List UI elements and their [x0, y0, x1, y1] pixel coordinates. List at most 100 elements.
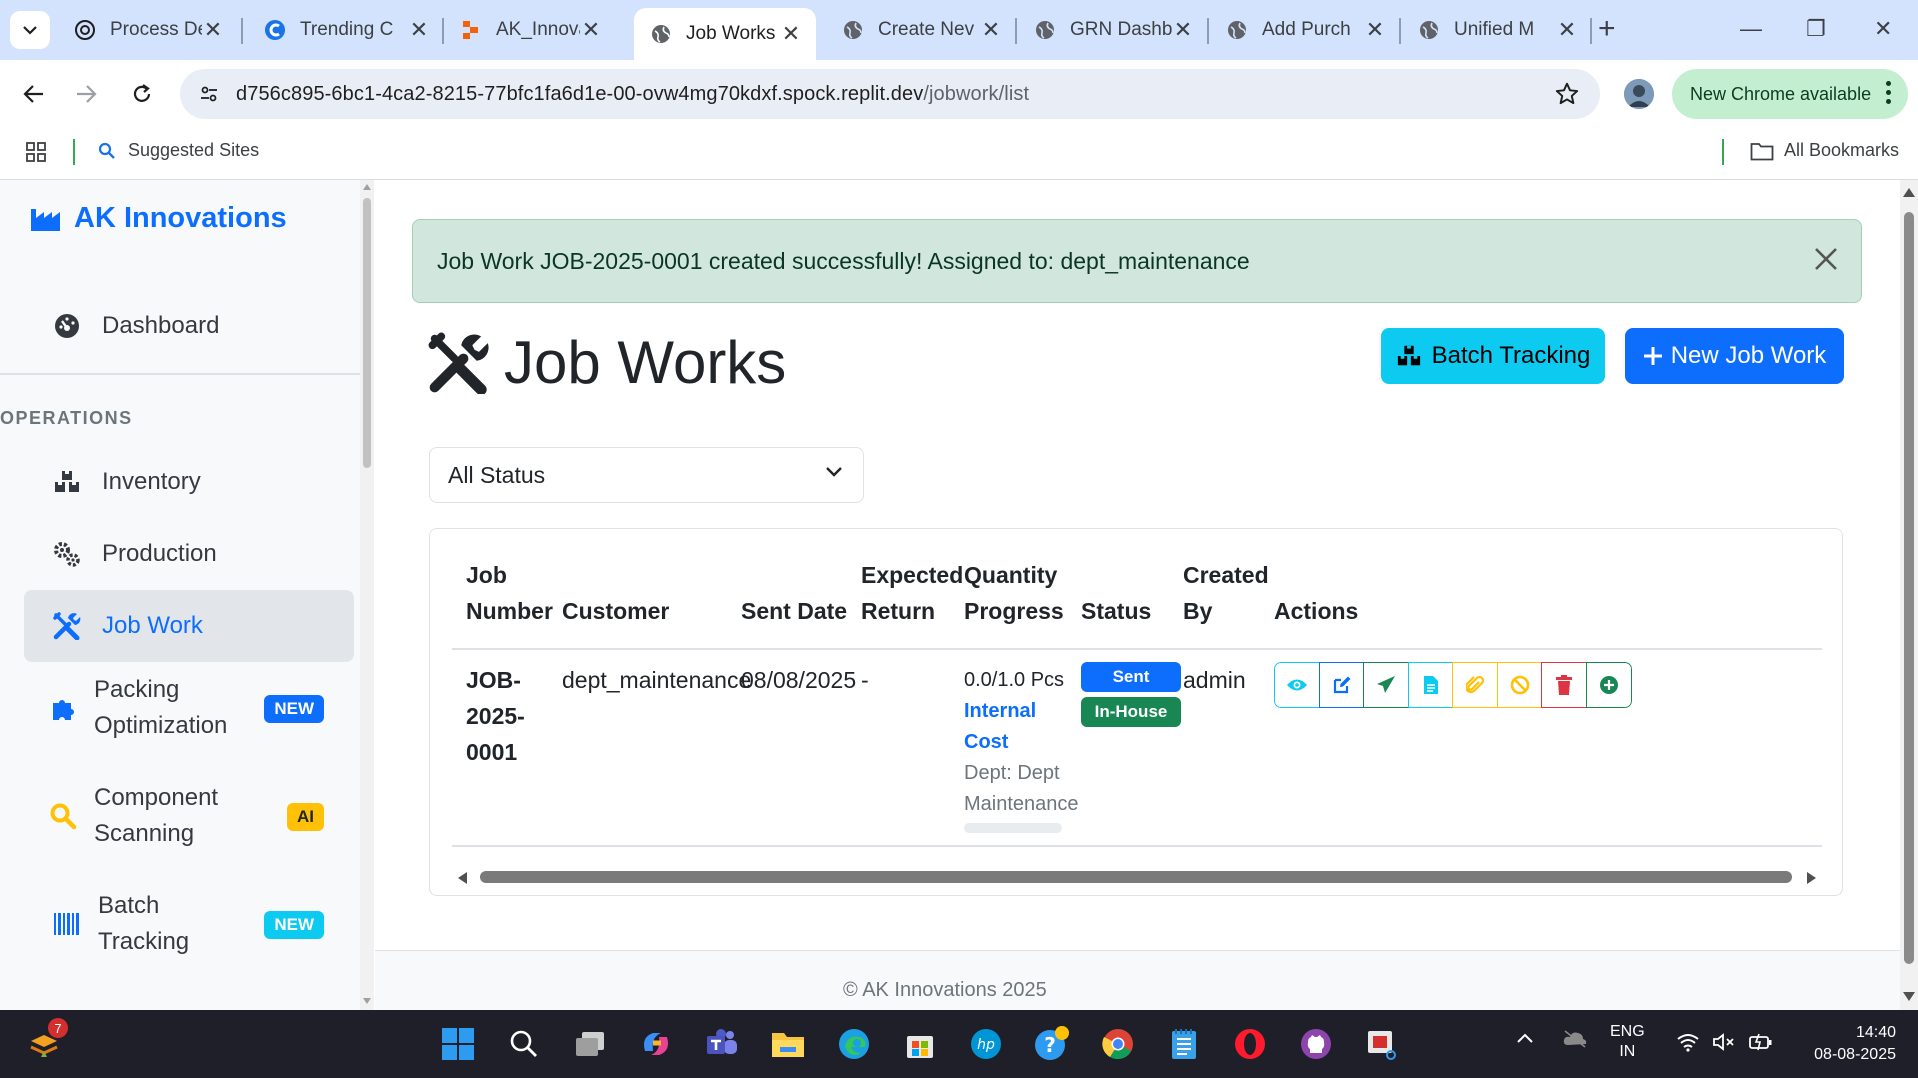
- tab-search-button[interactable]: [10, 11, 50, 49]
- status-filter-select[interactable]: All Status: [429, 447, 864, 503]
- opera-icon[interactable]: [1230, 1024, 1270, 1064]
- copilot-icon[interactable]: [636, 1024, 676, 1064]
- battery-icon[interactable]: [1748, 1032, 1774, 1052]
- close-icon[interactable]: ✕: [1172, 17, 1194, 42]
- new-tab-button[interactable]: +: [1598, 14, 1616, 44]
- header-created-by[interactable]: Created By: [1183, 557, 1269, 629]
- tab-unified[interactable]: Unified M ✕: [1402, 8, 1592, 52]
- close-icon[interactable]: ✕: [980, 17, 1002, 42]
- tab-process-de[interactable]: Process De ✕: [58, 8, 238, 52]
- edit-button[interactable]: [1318, 662, 1365, 708]
- header-sent-date[interactable]: Sent Date: [741, 593, 847, 629]
- close-icon[interactable]: ✕: [408, 17, 430, 42]
- tab-grn-dashboard[interactable]: GRN Dashb ✕: [1018, 8, 1208, 52]
- document-button[interactable]: [1407, 662, 1454, 708]
- apps-grid-icon[interactable]: [26, 142, 46, 162]
- main-scroll-thumb[interactable]: [1904, 212, 1914, 964]
- header-expected-return[interactable]: Expected Return: [861, 557, 963, 629]
- url-text[interactable]: d756c895-6bc1-4ca2-8215-77bfc1fa6d1e-00-…: [236, 83, 1029, 106]
- sidebar-item-packing-optimization[interactable]: Packing Optimization NEW: [24, 660, 354, 756]
- close-alert-icon[interactable]: [1813, 246, 1839, 272]
- page-title-text: Job Works: [504, 329, 787, 396]
- tab-create-new[interactable]: Create Nev ✕: [826, 8, 1016, 52]
- cell-job-number[interactable]: JOB- 2025- 0001: [466, 662, 525, 770]
- sidebar-item-production[interactable]: Production: [24, 518, 354, 590]
- send-button[interactable]: [1363, 662, 1409, 708]
- tab-job-works[interactable]: Job Works ✕: [634, 8, 816, 60]
- minimize-button[interactable]: —: [1740, 16, 1762, 42]
- task-view-button[interactable]: [570, 1024, 610, 1064]
- edge-icon[interactable]: [834, 1024, 874, 1064]
- bookmark-suggested-sites[interactable]: Suggested Sites: [98, 140, 259, 161]
- all-bookmarks-button[interactable]: All Bookmarks: [1750, 140, 1899, 161]
- scroll-down-arrow[interactable]: [363, 998, 371, 1004]
- tab-trending[interactable]: Trending C ✕: [248, 8, 444, 52]
- cancel-button[interactable]: [1496, 662, 1543, 708]
- widgets-icon[interactable]: 7: [24, 1018, 68, 1064]
- close-icon[interactable]: ✕: [202, 17, 224, 42]
- site-info-icon[interactable]: [194, 79, 224, 109]
- scroll-left-arrow[interactable]: [458, 872, 467, 884]
- new-job-work-button[interactable]: New Job Work: [1625, 328, 1844, 384]
- language-indicator[interactable]: ENG IN: [1610, 1022, 1645, 1062]
- trending-icon: [265, 20, 285, 40]
- horizontal-scroll-thumb[interactable]: [480, 871, 1792, 883]
- sidebar-item-inventory[interactable]: Inventory: [24, 446, 354, 518]
- scroll-right-arrow[interactable]: [1807, 872, 1816, 884]
- hp-icon[interactable]: hp: [966, 1024, 1006, 1064]
- delete-button[interactable]: [1541, 662, 1587, 708]
- help-icon[interactable]: ?: [1032, 1024, 1072, 1064]
- teams-icon[interactable]: [702, 1024, 742, 1064]
- attach-button[interactable]: [1452, 662, 1498, 708]
- tab-add-purchase[interactable]: Add Purch ✕: [1210, 8, 1400, 52]
- tab-ak-innova[interactable]: AK_Innova ✕: [444, 8, 616, 52]
- scroll-up-arrow[interactable]: [1903, 188, 1915, 197]
- show-hidden-icons-chevron[interactable]: [1516, 1032, 1534, 1044]
- window-close-button[interactable]: ✕: [1874, 16, 1892, 42]
- start-button[interactable]: [438, 1024, 478, 1064]
- profile-avatar[interactable]: [1624, 79, 1654, 109]
- header-status[interactable]: Status: [1081, 593, 1151, 629]
- sidebar-item-job-work[interactable]: Job Work: [24, 590, 354, 662]
- address-bar[interactable]: d756c895-6bc1-4ca2-8215-77bfc1fa6d1e-00-…: [180, 69, 1600, 119]
- close-icon[interactable]: ✕: [1556, 17, 1578, 42]
- table-horizontal-scrollbar[interactable]: [452, 869, 1822, 885]
- back-button[interactable]: [20, 80, 48, 108]
- url-path: /jobwork/list: [923, 82, 1030, 105]
- sidebar-item-dashboard[interactable]: Dashboard: [24, 290, 354, 362]
- snipping-tool-icon[interactable]: [1362, 1024, 1402, 1064]
- scroll-down-arrow[interactable]: [1903, 992, 1915, 1001]
- volume-muted-icon[interactable]: [1712, 1032, 1736, 1052]
- close-icon[interactable]: ✕: [580, 17, 602, 42]
- new-chrome-available-button[interactable]: New Chrome available: [1672, 69, 1908, 119]
- trash-icon: [1556, 675, 1572, 695]
- view-button[interactable]: [1274, 662, 1320, 708]
- wifi-icon[interactable]: [1676, 1032, 1700, 1052]
- bookmark-star-icon[interactable]: [1554, 81, 1580, 107]
- add-button[interactable]: [1585, 662, 1632, 708]
- brand-logo[interactable]: AK Innovations: [30, 202, 287, 235]
- forward-button[interactable]: [72, 80, 100, 108]
- clock[interactable]: 14:40 08-08-2025: [1796, 1022, 1896, 1066]
- header-customer[interactable]: Customer: [562, 593, 669, 629]
- close-icon[interactable]: ✕: [1364, 17, 1386, 42]
- reload-button[interactable]: [128, 80, 156, 108]
- microsoft-store-icon[interactable]: [900, 1024, 940, 1064]
- taskbar-search-button[interactable]: [504, 1024, 544, 1064]
- sidebar-item-component-scanning[interactable]: Component Scanning AI: [24, 768, 354, 864]
- sidebar-item-batch-tracking[interactable]: Batch Tracking NEW: [24, 876, 354, 972]
- batch-tracking-button[interactable]: Batch Tracking: [1381, 328, 1605, 384]
- header-quantity-progress[interactable]: Quantity Progress: [964, 557, 1064, 629]
- scroll-up-arrow[interactable]: [363, 184, 371, 190]
- restore-button[interactable]: ❐: [1806, 16, 1826, 42]
- onedrive-icon[interactable]: [1562, 1028, 1588, 1048]
- close-icon[interactable]: ✕: [780, 21, 802, 46]
- sidebar-scroll-thumb[interactable]: [363, 198, 371, 468]
- tab-title: GRN Dashb: [1070, 19, 1172, 40]
- header-job-number[interactable]: Job Number: [466, 557, 553, 629]
- notepad-icon[interactable]: [1164, 1024, 1204, 1064]
- github-icon[interactable]: [1296, 1024, 1336, 1064]
- more-menu-icon[interactable]: [1886, 81, 1892, 104]
- chrome-icon[interactable]: [1098, 1024, 1138, 1064]
- file-explorer-icon[interactable]: [768, 1024, 808, 1064]
